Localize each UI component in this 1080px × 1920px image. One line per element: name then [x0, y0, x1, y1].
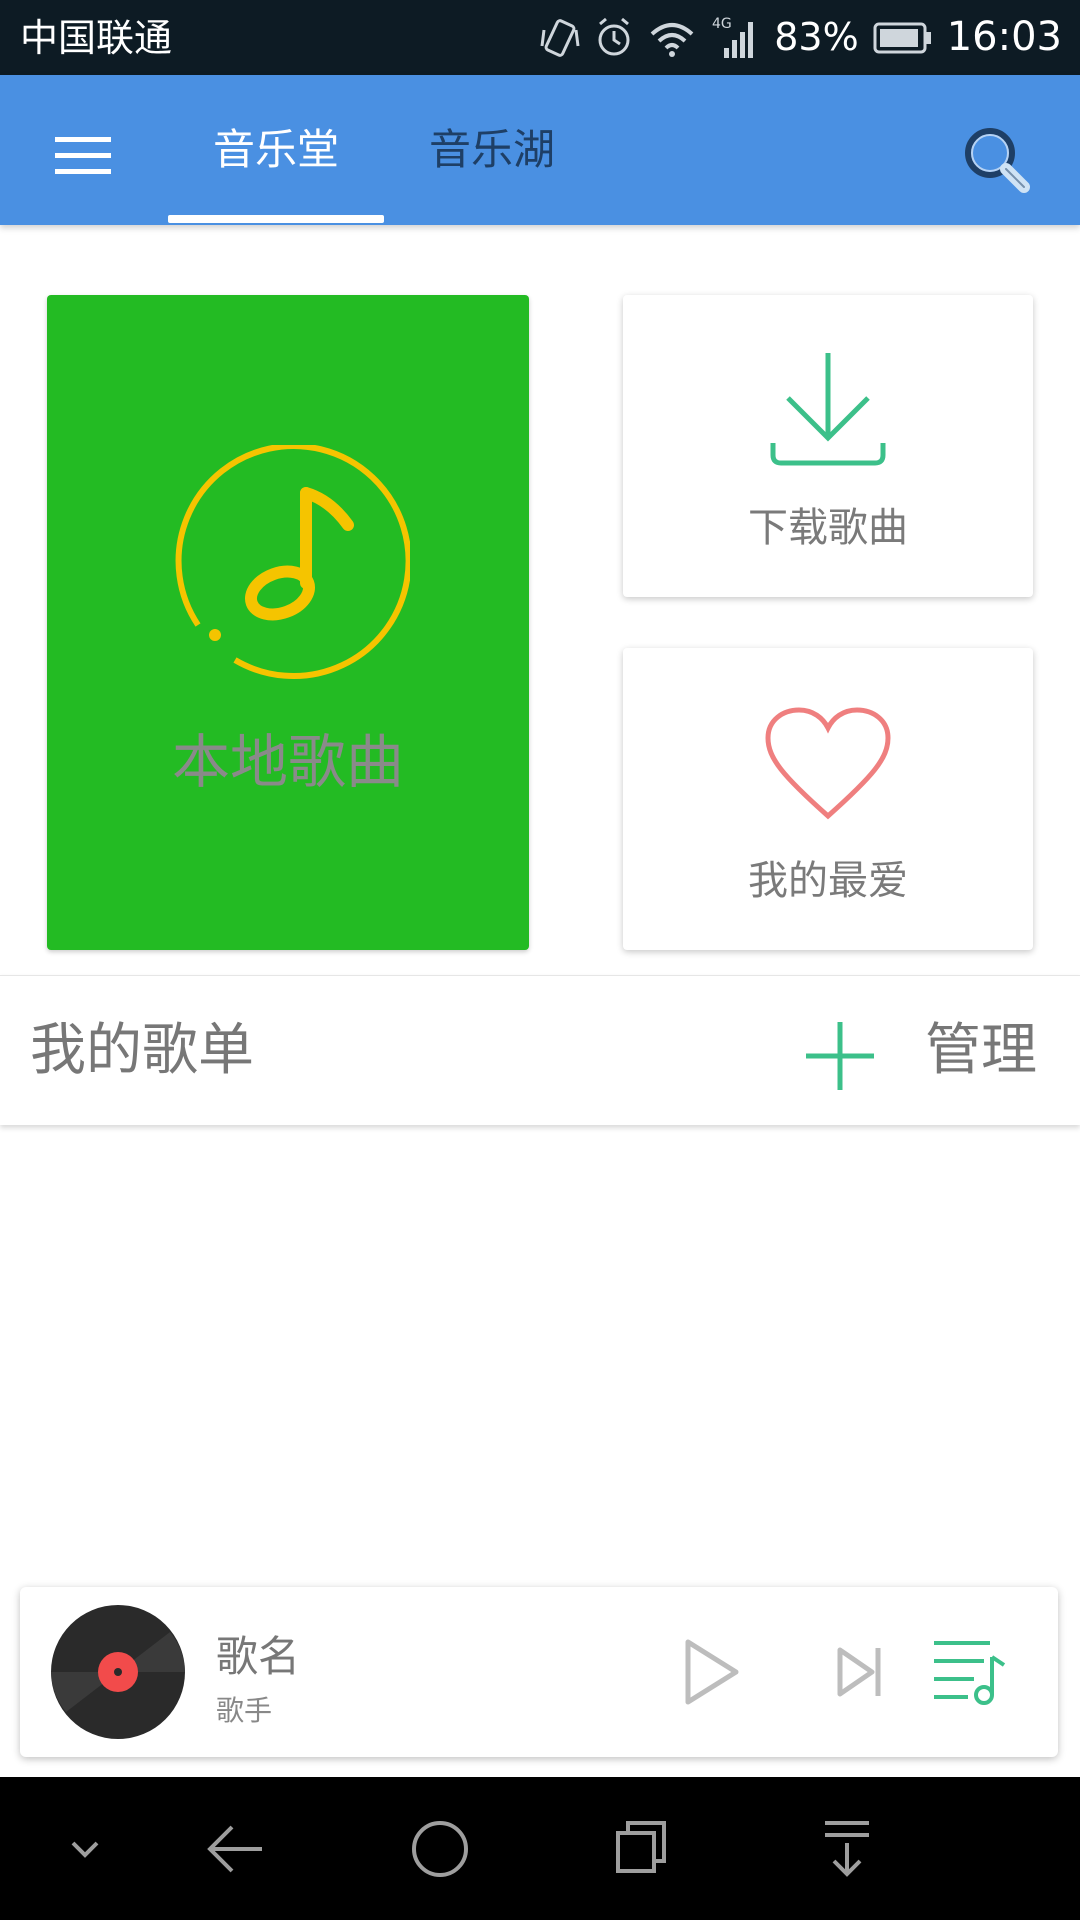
local-songs-label: 本地歌曲: [171, 728, 404, 796]
alarm-icon: [598, 17, 630, 55]
hamburger-menu-icon: [55, 137, 111, 174]
cell-signal-icon: 4G: [712, 16, 754, 58]
tab-music-hall[interactable]: 音乐堂: [168, 75, 384, 225]
mini-player[interactable]: 歌名 歌手: [20, 1587, 1058, 1757]
add-playlist-button[interactable]: [800, 1016, 880, 1096]
vibrate-icon: [540, 18, 580, 57]
favorites-tile[interactable]: 我的最爱: [623, 648, 1033, 950]
song-title: 歌名: [216, 1632, 301, 1681]
vinyl-record-icon: [51, 1605, 185, 1739]
play-icon: [685, 1639, 739, 1705]
carrier-name: 中国联通: [20, 16, 173, 60]
my-playlists-title: 我的歌单: [30, 1018, 254, 1083]
status-bar: 中国联通 4G 83% 16:03: [0, 0, 1080, 75]
search-button[interactable]: [950, 115, 1040, 205]
download-icon: [770, 353, 886, 466]
clock: 16:03: [946, 14, 1062, 60]
navigation-bar: [0, 1777, 1080, 1920]
hide-nav-chevron-icon[interactable]: [55, 1807, 115, 1891]
manage-button[interactable]: 管理: [925, 976, 1037, 1126]
search-icon: [965, 128, 1030, 193]
music-note-icon: [175, 445, 410, 680]
recent-apps-icon[interactable]: [606, 1807, 676, 1891]
tab-indicator: [168, 215, 384, 223]
downloaded-songs-tile[interactable]: 下载歌曲: [623, 295, 1033, 597]
my-playlists-bar: 我的歌单 管理: [0, 975, 1080, 1125]
heart-icon: [765, 707, 891, 820]
menu-button[interactable]: [40, 115, 130, 190]
downloaded-songs-label: 下载歌曲: [748, 505, 908, 551]
next-button[interactable]: [820, 1632, 900, 1712]
play-button[interactable]: [670, 1632, 750, 1712]
home-icon[interactable]: [400, 1807, 480, 1891]
artist-name: 歌手: [216, 1694, 273, 1727]
back-icon[interactable]: [200, 1807, 270, 1891]
app-bar: 音乐堂 音乐湖: [0, 75, 1080, 225]
status-icons: 4G 83% 16:03: [540, 0, 1062, 75]
skip-next-icon: [837, 1647, 881, 1697]
plus-icon: [806, 1022, 874, 1090]
playlist-queue-button[interactable]: [920, 1627, 1020, 1717]
local-songs-tile[interactable]: 本地歌曲: [47, 295, 529, 950]
notification-pulldown-icon[interactable]: [812, 1807, 882, 1891]
favorites-label: 我的最爱: [748, 858, 908, 904]
battery-percent: 83%: [774, 15, 859, 59]
playlist-music-icon: [934, 1641, 1006, 1705]
battery-icon: [873, 22, 931, 53]
tab-music-lake[interactable]: 音乐湖: [384, 75, 600, 225]
network-type-label: 4G: [712, 16, 732, 32]
wifi-icon: [650, 22, 694, 57]
